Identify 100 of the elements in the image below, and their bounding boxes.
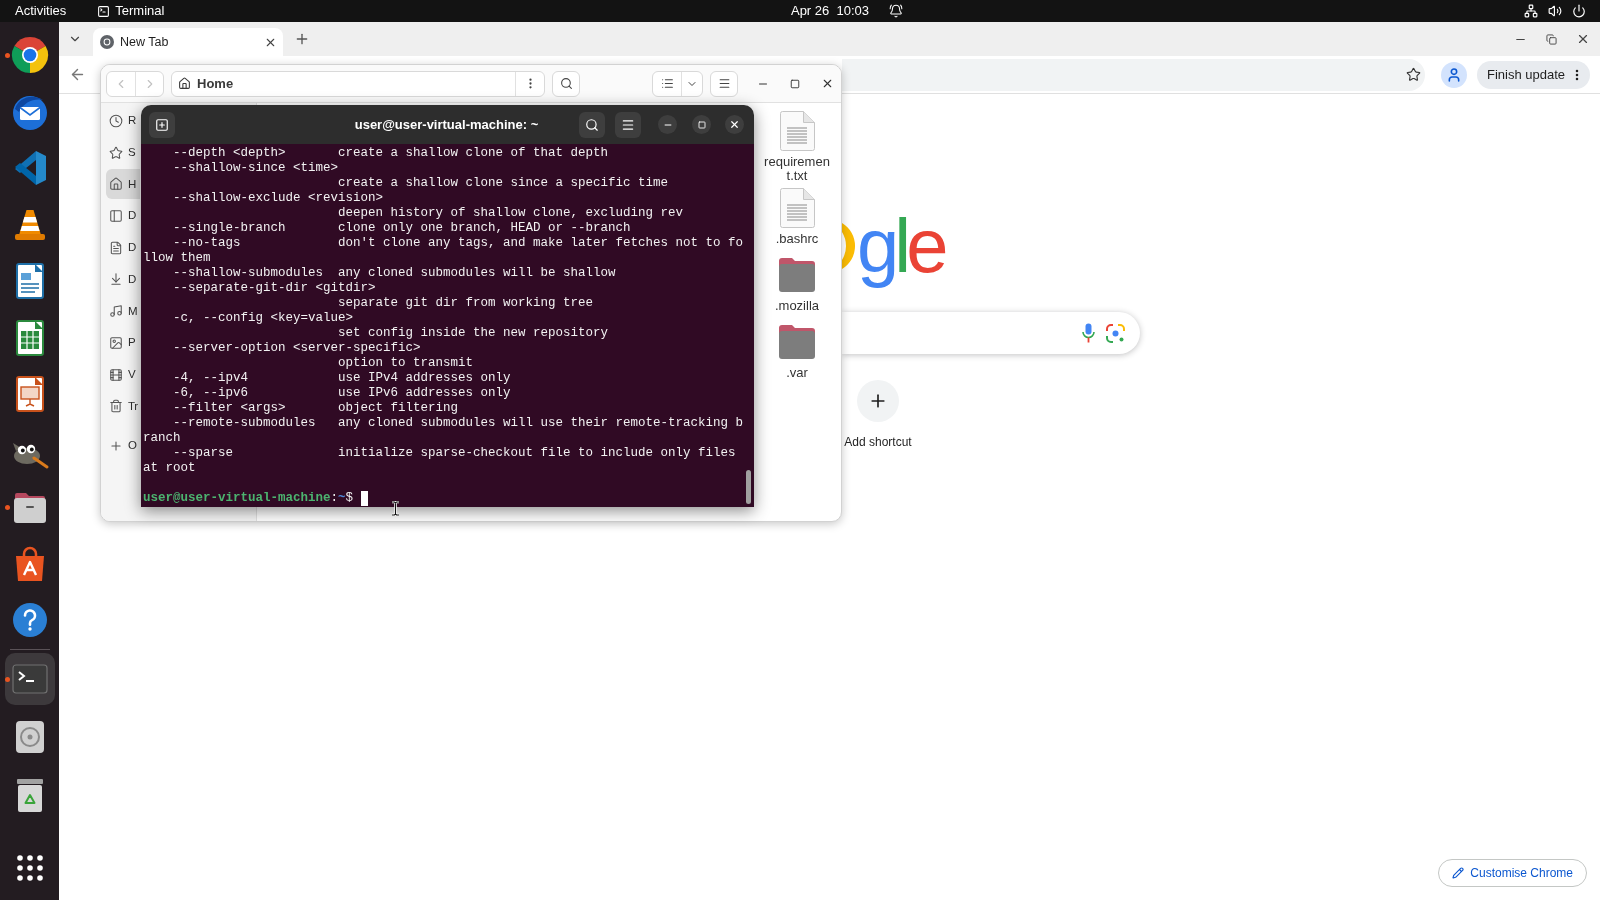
notification-bell-icon bbox=[889, 4, 904, 18]
terminal-line: -6, --ipv6 use IPv6 addresses only bbox=[172, 386, 512, 401]
maximize-icon bbox=[697, 120, 706, 129]
star-icon[interactable] bbox=[1405, 67, 1421, 82]
i-beam-pointer-icon bbox=[391, 501, 400, 516]
lens-icon[interactable] bbox=[1106, 323, 1125, 343]
app-menu-button[interactable]: Terminal bbox=[90, 0, 172, 22]
sidebar-item[interactable]: D bbox=[106, 201, 140, 232]
sidebar-item[interactable]: O bbox=[106, 430, 140, 461]
home-icon bbox=[178, 77, 191, 90]
sidebar-item[interactable]: M bbox=[106, 296, 140, 327]
terminal-line: at root bbox=[143, 461, 197, 476]
sidebar-item[interactable]: P bbox=[106, 327, 140, 358]
music-note-icon bbox=[109, 304, 123, 319]
add-shortcut-tile[interactable]: Add shortcut bbox=[842, 380, 914, 451]
menu-button[interactable] bbox=[615, 111, 641, 138]
terminal-line: --no-tags don't clone any tags, and make later fetches not to fo bbox=[172, 236, 745, 251]
file-item[interactable]: requirement.txt bbox=[760, 111, 834, 183]
finish-update-button[interactable]: Finish update bbox=[1476, 60, 1590, 89]
sidebar-item[interactable]: H bbox=[106, 169, 140, 200]
activities-button[interactable]: Activities bbox=[8, 0, 74, 22]
new-tab-icon[interactable] bbox=[294, 31, 310, 47]
folder-icon bbox=[778, 324, 816, 360]
close-icon[interactable] bbox=[1576, 32, 1590, 46]
terminal-line: --filter <args> object filtering bbox=[172, 401, 460, 416]
terminal-line: --shallow-since <time> bbox=[172, 161, 340, 176]
star-icon bbox=[109, 145, 123, 160]
file-item[interactable]: .var bbox=[760, 322, 834, 384]
search-button[interactable] bbox=[552, 70, 580, 97]
document-icon bbox=[109, 240, 123, 255]
restore-icon[interactable] bbox=[1546, 33, 1557, 45]
menu-icon bbox=[717, 77, 731, 90]
search-field[interactable] bbox=[842, 312, 1140, 354]
sidebar-item[interactable]: S bbox=[106, 137, 140, 168]
microphone-icon[interactable] bbox=[1082, 323, 1095, 343]
terminal-line: --depth <depth> create a shallow clone of that depth bbox=[172, 146, 610, 161]
terminal-line: --server-option <server-specific> bbox=[172, 341, 422, 356]
maximize-button[interactable] bbox=[692, 115, 711, 134]
terminal-line: --shallow-submodules any cloned submodules will be shallow bbox=[172, 266, 617, 281]
terminal-line: ranch bbox=[143, 431, 182, 446]
terminal-line: --shallow-exclude <revision> bbox=[172, 191, 385, 206]
plus-square-icon bbox=[155, 117, 169, 132]
sidebar-item[interactable]: Tr bbox=[106, 391, 140, 422]
terminal-line: -4, --ipv4 use IPv4 addresses only bbox=[172, 371, 512, 386]
shell-prompt: user@user-virtual-machine:~$ bbox=[143, 491, 354, 506]
plus-icon bbox=[109, 438, 123, 453]
terminal-icon bbox=[97, 4, 111, 18]
search-button[interactable] bbox=[579, 111, 605, 138]
terminal-line: deepen history of shallow clone, excluding rev bbox=[337, 206, 685, 221]
round-logo-icon bbox=[9, 35, 50, 75]
trash-icon bbox=[109, 399, 123, 414]
list-icon bbox=[660, 77, 674, 90]
avatar-icon[interactable] bbox=[1440, 61, 1467, 88]
terminal-line: --sparse initialize sparse-checkout file to include only files bbox=[172, 446, 737, 461]
close-button[interactable] bbox=[725, 115, 744, 134]
terminal-line: llow them bbox=[143, 251, 212, 266]
terminal-line: --separate-git-dir <gitdir> bbox=[172, 281, 377, 296]
sidebar-item[interactable]: V bbox=[106, 359, 140, 390]
sidebar-item[interactable]: D bbox=[106, 264, 140, 295]
scrollbar-thumb[interactable] bbox=[746, 470, 751, 504]
logo-arc-icon bbox=[842, 223, 856, 269]
search-icon bbox=[559, 77, 573, 90]
film-icon bbox=[109, 367, 123, 382]
customise-button[interactable]: Customise Chrome bbox=[1438, 859, 1587, 887]
sidebar-item[interactable]: D bbox=[106, 232, 140, 263]
close-icon[interactable] bbox=[821, 77, 834, 90]
block-cursor-icon bbox=[360, 491, 369, 506]
window-title: user@user-virtual-machine: ~ bbox=[354, 115, 539, 134]
pencil-icon bbox=[1452, 867, 1465, 879]
home-icon bbox=[109, 177, 123, 192]
round-logo-icon bbox=[100, 35, 114, 49]
power-icon[interactable] bbox=[1572, 4, 1586, 18]
terminal-line: --remote-submodules any cloned submodules will use their remote-tracking b bbox=[172, 416, 745, 431]
sidebar-item[interactable]: R bbox=[106, 106, 140, 136]
folder-icon bbox=[778, 257, 816, 293]
new-tab-button[interactable] bbox=[149, 111, 175, 138]
download-icon bbox=[109, 272, 123, 287]
document-icon bbox=[779, 188, 815, 228]
file-item[interactable]: .mozilla bbox=[760, 255, 834, 317]
terminal-line: create a shallow clone since a specific time bbox=[337, 176, 670, 191]
terminal-line: -c, --config <key=value> bbox=[172, 311, 355, 326]
volume-icon[interactable] bbox=[1548, 4, 1562, 18]
browser-tab[interactable]: New Tab bbox=[93, 28, 283, 56]
image-icon bbox=[109, 335, 123, 350]
minimize-button[interactable] bbox=[658, 115, 677, 134]
search-icon bbox=[585, 117, 599, 132]
network-icon[interactable] bbox=[1524, 4, 1538, 18]
path-segment-button[interactable]: Home bbox=[172, 71, 515, 96]
terminal-line: --single-branch clone only one branch, HEAD or --branch bbox=[172, 221, 632, 236]
terminal-line: separate git dir from working tree bbox=[337, 296, 595, 311]
main-menu-button[interactable] bbox=[710, 70, 738, 97]
clock-icon bbox=[109, 114, 123, 128]
close-icon bbox=[729, 119, 740, 130]
terminal-line: option to transmit bbox=[337, 356, 475, 371]
grid-icon bbox=[16, 855, 43, 881]
maximize-icon[interactable] bbox=[790, 78, 800, 89]
file-item[interactable]: .bashrc bbox=[760, 188, 834, 250]
clock-button[interactable]: Apr 26 10:03 bbox=[790, 0, 904, 22]
panel-icon bbox=[109, 209, 123, 224]
document-icon bbox=[779, 111, 815, 151]
